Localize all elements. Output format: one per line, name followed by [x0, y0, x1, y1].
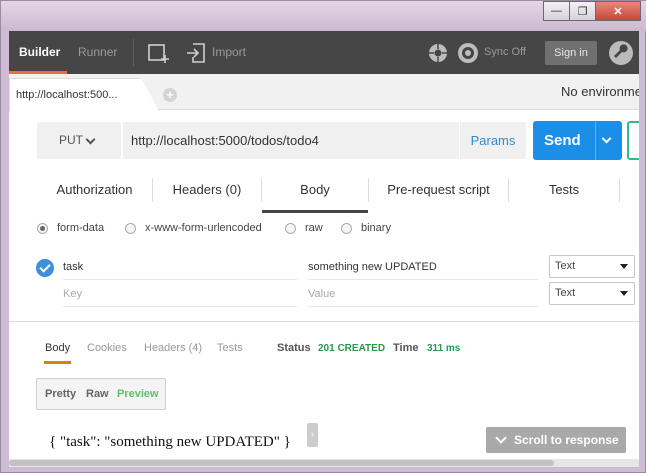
- radio-dot: [37, 222, 48, 234]
- scrollbar-thumb[interactable]: [9, 460, 554, 466]
- radio-raw[interactable]: raw: [285, 222, 323, 234]
- chevron-down-icon: [85, 134, 96, 145]
- time-label: Time: [393, 342, 419, 354]
- method-select[interactable]: PUT: [37, 122, 121, 159]
- key-input[interactable]: Key: [63, 281, 297, 307]
- caret-down-icon: [620, 264, 628, 269]
- radio-label: binary: [361, 222, 391, 234]
- sync-status: Sync Off: [484, 46, 526, 58]
- radio-dot: [341, 222, 352, 234]
- view-raw-button[interactable]: Raw: [86, 379, 109, 409]
- import-button[interactable]: Import: [212, 31, 246, 74]
- type-select-value: Text: [555, 260, 576, 272]
- section-divider: [9, 321, 639, 322]
- tab-authorization[interactable]: Authorization: [37, 174, 152, 213]
- status-value: 201 CREATED: [318, 343, 386, 354]
- row-enabled-checkbox[interactable]: [36, 259, 54, 277]
- request-subtabs: Authorization Headers (0) Body Pre-reque…: [37, 174, 639, 213]
- environment-select[interactable]: No environme: [561, 84, 639, 99]
- add-tab-button[interactable]: +: [163, 88, 177, 102]
- view-preview-button[interactable]: Preview: [117, 379, 159, 409]
- request-tab[interactable]: http://localhost:500...: [9, 78, 159, 111]
- response-body-preview: { "task": "something new UPDATED" }: [49, 434, 291, 450]
- close-button[interactable]: ✕: [595, 1, 641, 21]
- chevron-down-icon: [495, 432, 507, 444]
- key-input[interactable]: task: [63, 254, 297, 280]
- radio-form-data[interactable]: form-data: [37, 222, 104, 234]
- view-pretty-button[interactable]: Pretty: [45, 379, 76, 409]
- scroll-to-response-button[interactable]: Scroll to response: [486, 427, 626, 453]
- chevron-down-icon[interactable]: [601, 133, 612, 144]
- tab-cookies[interactable]: Cookies: [87, 342, 127, 354]
- radio-label: x-www-form-urlencoded: [145, 222, 262, 234]
- minimize-button[interactable]: —: [543, 1, 570, 21]
- radio-dot: [125, 222, 136, 234]
- tab-divider: [619, 178, 620, 202]
- tab-tests[interactable]: Tests: [509, 174, 619, 213]
- type-select[interactable]: Text: [549, 255, 635, 278]
- tab-headers[interactable]: Headers (0): [153, 174, 261, 213]
- title-bar[interactable]: — ❐ ✕: [1, 1, 646, 31]
- main-content: http://localhost:500... + No environme P…: [9, 74, 639, 464]
- app-header: Builder Runner Import Sync Off Sign in: [9, 31, 639, 74]
- sync-icon[interactable]: [457, 42, 479, 64]
- maximize-button[interactable]: ❐: [569, 1, 596, 21]
- scroll-to-response-label: Scroll to response: [514, 433, 619, 447]
- method-label: PUT: [59, 133, 83, 147]
- expand-handle[interactable]: ›: [307, 423, 318, 447]
- url-input[interactable]: http://localhost:5000/todos/todo4: [123, 122, 459, 159]
- import-icon[interactable]: [185, 42, 207, 64]
- tab-response-body[interactable]: Body: [43, 342, 72, 364]
- value-input[interactable]: something new UPDATED: [308, 254, 538, 280]
- interceptor-icon[interactable]: [427, 42, 449, 64]
- header-divider: [133, 39, 134, 66]
- radio-label: form-data: [57, 222, 105, 234]
- send-label: Send: [544, 132, 581, 149]
- view-mode-group: Pretty Raw Preview: [36, 378, 166, 410]
- tab-response-tests[interactable]: Tests: [217, 342, 243, 354]
- new-window-icon[interactable]: [148, 42, 170, 64]
- status-label: Status: [277, 342, 311, 354]
- value-input[interactable]: Value: [308, 281, 538, 307]
- tab-pre-request-script[interactable]: Pre-request script: [369, 174, 508, 213]
- type-select[interactable]: Text: [549, 282, 635, 305]
- params-button[interactable]: Params: [460, 122, 526, 159]
- tab-body[interactable]: Body: [262, 174, 368, 213]
- caret-down-icon: [620, 291, 628, 296]
- horizontal-scrollbar[interactable]: [9, 459, 639, 467]
- type-select-value: Text: [555, 287, 576, 299]
- tab-runner[interactable]: Runner: [78, 31, 117, 74]
- tab-builder[interactable]: Builder: [19, 31, 60, 74]
- wrench-icon[interactable]: [609, 41, 633, 65]
- app-window: — ❐ ✕ Builder Runner Import Sync Off Sig…: [0, 0, 646, 473]
- send-button[interactable]: Send: [533, 121, 622, 160]
- time-value: 311 ms: [427, 343, 461, 354]
- request-tab-strip: http://localhost:500... + No environme: [9, 74, 639, 111]
- sign-in-button[interactable]: Sign in: [545, 41, 597, 65]
- radio-dot: [285, 222, 296, 234]
- radio-binary[interactable]: binary: [341, 222, 391, 234]
- send-split-divider: [595, 121, 596, 160]
- save-button[interactable]: [627, 121, 639, 160]
- window-controls: — ❐ ✕: [543, 1, 641, 21]
- tab-response-headers[interactable]: Headers (4): [144, 342, 202, 354]
- radio-label: raw: [305, 222, 323, 234]
- radio-x-www-form-urlencoded[interactable]: x-www-form-urlencoded: [125, 222, 262, 234]
